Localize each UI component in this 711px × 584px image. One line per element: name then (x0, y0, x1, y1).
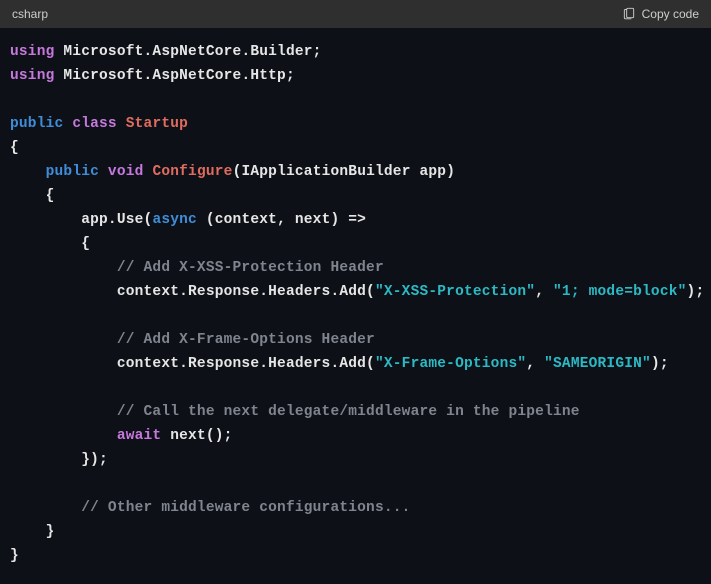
keyword-using: using (10, 68, 55, 84)
code-block-header: csharp Copy code (0, 0, 711, 28)
namespace: Microsoft.AspNetCore.Builder; (55, 44, 322, 60)
code-text: ); (687, 284, 705, 300)
brace: { (10, 236, 90, 252)
code-content: using Microsoft.AspNetCore.Builder; usin… (0, 28, 711, 584)
clipboard-icon (622, 6, 636, 23)
namespace: Microsoft.AspNetCore.Http; (55, 68, 295, 84)
string-literal: "X-XSS-Protection" (375, 284, 535, 300)
keyword-async: async (152, 212, 197, 228)
string-literal: "X-Frame-Options" (375, 356, 526, 372)
string-literal: "1; mode=block" (553, 284, 687, 300)
parameters: (IApplicationBuilder app) (233, 164, 456, 180)
code-text: ); (651, 356, 669, 372)
comment: // Call the next delegate/middleware in … (10, 404, 580, 420)
string-literal: "SAMEORIGIN" (544, 356, 651, 372)
brace: { (10, 188, 55, 204)
code-text: }); (10, 452, 108, 468)
class-name: Startup (126, 116, 188, 132)
code-text: , (526, 356, 544, 372)
comment: // Other middleware configurations... (10, 500, 411, 516)
keyword-public: public (10, 116, 63, 132)
code-text: , (535, 284, 553, 300)
copy-code-label: Copy code (642, 7, 699, 21)
code-text: context.Response.Headers.Add( (10, 284, 375, 300)
comment: // Add X-XSS-Protection Header (10, 260, 384, 276)
code-text: (context, next) => (197, 212, 366, 228)
code-text: app.Use( (10, 212, 152, 228)
keyword-void: void (99, 164, 152, 180)
code-text: next(); (161, 428, 232, 444)
keyword-public: public (46, 164, 99, 180)
keyword-class: class (63, 116, 125, 132)
brace: } (10, 548, 19, 564)
language-label: csharp (12, 7, 48, 21)
method-name: Configure (152, 164, 232, 180)
keyword-await: await (117, 428, 162, 444)
keyword-using: using (10, 44, 55, 60)
brace: { (10, 140, 19, 156)
code-text: context.Response.Headers.Add( (10, 356, 375, 372)
brace: } (10, 524, 55, 540)
copy-code-button[interactable]: Copy code (622, 6, 699, 23)
comment: // Add X-Frame-Options Header (10, 332, 375, 348)
